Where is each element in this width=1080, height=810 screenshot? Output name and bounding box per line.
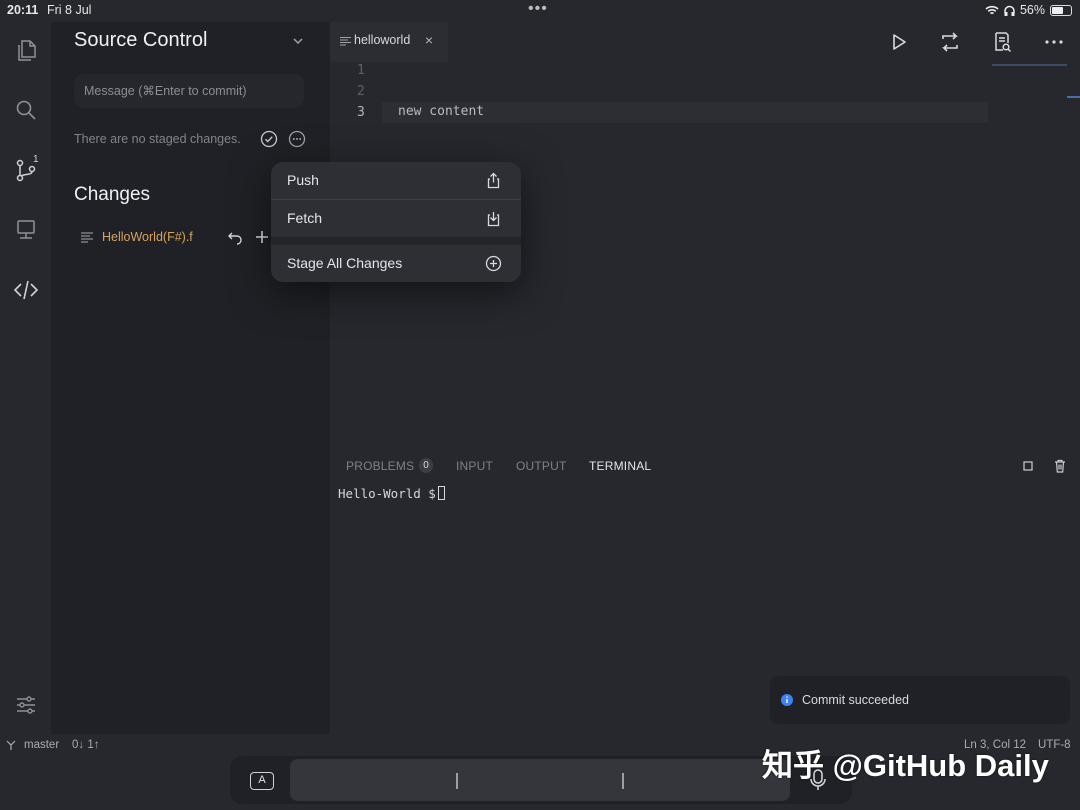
compare-swap-icon[interactable] <box>938 30 962 54</box>
status-date: Fri 8 Jul <box>47 3 92 17</box>
commit-notification[interactable]: Commit succeeded <box>770 676 1070 724</box>
keyboard-text-field[interactable] <box>290 759 790 801</box>
no-staged-changes-text: There are no staged changes. <box>74 132 241 146</box>
commit-message-input[interactable] <box>74 74 304 108</box>
multitasking-dots-icon[interactable]: ••• <box>528 0 548 18</box>
sidebar-title: Source Control <box>74 29 208 51</box>
maximize-panel-icon[interactable] <box>1020 458 1036 474</box>
tab-input[interactable]: INPUT <box>456 459 493 473</box>
tab-output[interactable]: OUTPUT <box>516 459 567 473</box>
settings-sliders-icon[interactable] <box>13 692 39 718</box>
battery-percent: 56% <box>1019 3 1045 17</box>
editor-tab-bar: helloworld × <box>330 22 1080 62</box>
menu-item-push[interactable]: Push <box>271 162 521 199</box>
wifi-icon <box>985 5 999 14</box>
status-time: 20:11 <box>7 3 39 17</box>
more-ellipsis-icon[interactable] <box>1042 30 1066 54</box>
status-right: 56% <box>985 3 1072 17</box>
problems-count-badge: 0 <box>419 458 433 473</box>
keyboard-shortcut-bar: A <box>230 756 852 804</box>
discard-changes-icon[interactable] <box>227 229 243 245</box>
menu-item-label: Fetch <box>287 210 323 226</box>
sync-status[interactable]: 0↓ 1↑ <box>72 739 100 751</box>
menu-item-fetch[interactable]: Fetch <box>271 200 521 237</box>
terminal-cursor <box>437 486 445 500</box>
line-number: 3 <box>357 105 365 120</box>
line-number: 1 <box>357 63 365 78</box>
keyboard-toggle-button[interactable]: A <box>250 772 274 790</box>
code-icon[interactable] <box>13 277 39 303</box>
stage-file-plus-icon[interactable] <box>253 228 271 246</box>
caret-marker <box>456 773 458 789</box>
status-bar: 20:11 Fri 8 Jul ••• 56% <box>0 0 1080 22</box>
activity-bar: 1 <box>0 22 51 734</box>
code-line: new content <box>398 104 485 119</box>
search-icon[interactable] <box>13 97 39 123</box>
menu-section-divider <box>271 237 521 245</box>
more-actions-icon[interactable] <box>288 130 306 148</box>
menu-item-stage-all-changes[interactable]: Stage All Changes <box>271 245 521 282</box>
menu-item-label: Stage All Changes <box>287 255 403 271</box>
tab-label: helloworld <box>354 33 411 47</box>
trash-icon[interactable] <box>1052 458 1068 474</box>
download-icon <box>487 212 500 227</box>
tab-terminal[interactable]: TERMINAL <box>589 459 651 473</box>
source-control-context-menu: Push Fetch Stage All Changes <box>271 162 521 282</box>
changed-file-name: HelloWorld(F#).f <box>102 230 193 244</box>
tab-helloworld[interactable]: helloworld × <box>330 22 448 62</box>
plus-circle-icon <box>485 255 502 272</box>
terminal-prompt: Hello-World $ <box>338 486 436 501</box>
chevron-down-icon[interactable] <box>291 34 305 48</box>
headphones-icon <box>1004 5 1015 16</box>
menu-item-label: Push <box>287 172 319 188</box>
tab-problems[interactable]: PROBLEMS <box>346 459 414 473</box>
info-icon <box>781 694 793 706</box>
notification-message: Commit succeeded <box>802 693 909 707</box>
battery-icon <box>1050 4 1072 16</box>
share-icon <box>487 172 500 189</box>
commit-check-icon[interactable] <box>260 130 278 148</box>
run-play-icon[interactable] <box>886 30 910 54</box>
changed-file-row[interactable]: HelloWorld(F#).f <box>74 225 274 251</box>
text-file-icon <box>340 36 351 46</box>
watermark-text: 知乎 @GitHub Daily <box>762 748 1049 783</box>
line-number: 2 <box>357 84 365 99</box>
remote-explorer-icon[interactable] <box>13 217 39 243</box>
git-branch-icon <box>6 740 16 750</box>
terminal-output[interactable]: Hello-World $ <box>338 486 445 501</box>
minimap-indicator <box>992 64 1067 66</box>
branch-name[interactable]: master <box>24 739 59 751</box>
source-control-sidebar: Source Control There are no staged chang… <box>51 22 330 734</box>
caret-marker <box>622 773 624 789</box>
scm-badge: 1 <box>33 154 39 165</box>
explorer-files-icon[interactable] <box>13 37 39 63</box>
close-icon[interactable]: × <box>422 33 436 47</box>
text-file-icon <box>81 232 93 243</box>
changes-title: Changes <box>74 184 151 205</box>
preview-document-icon[interactable] <box>990 30 1014 54</box>
scrollbar-indicator[interactable] <box>1067 96 1080 98</box>
